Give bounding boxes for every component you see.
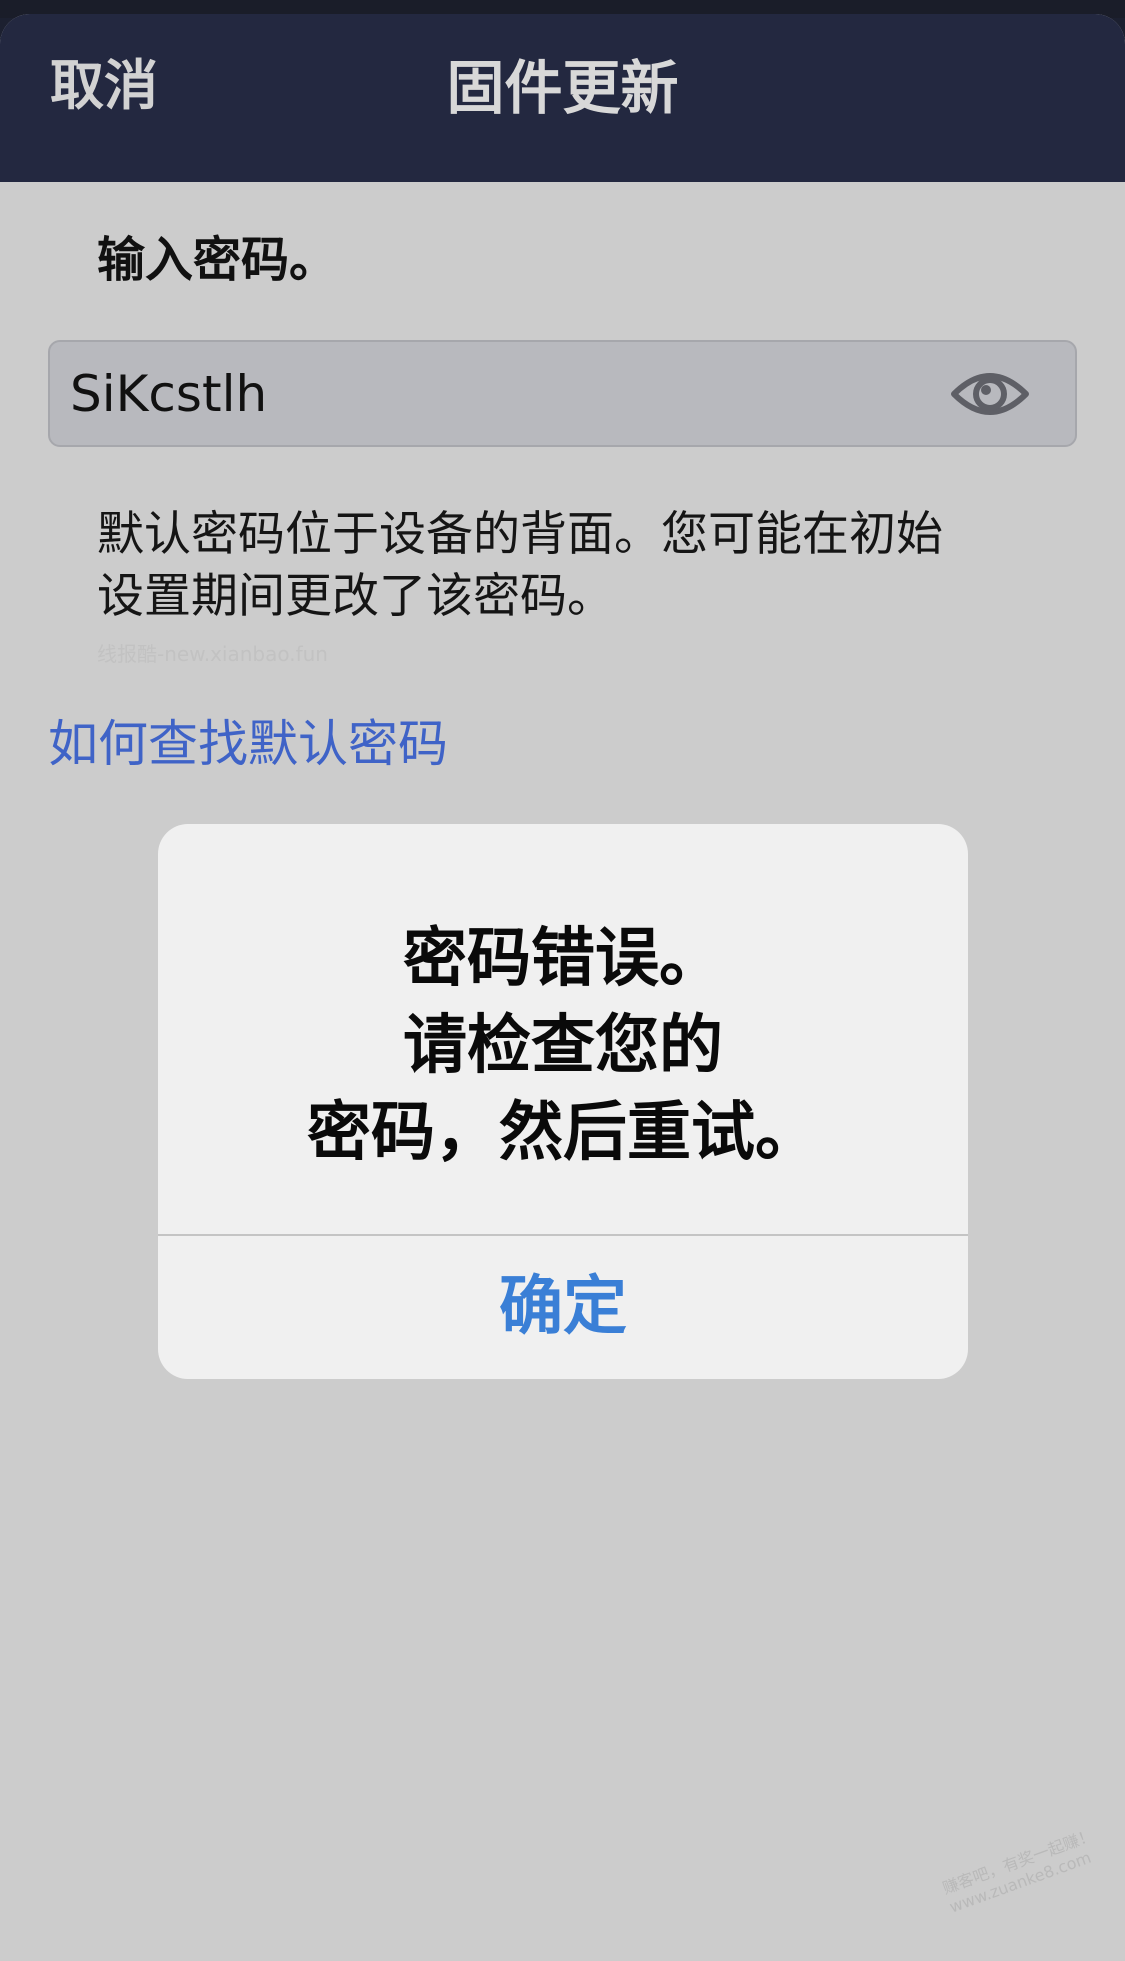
alert-message-line-2: 请检查您的 — [403, 1009, 723, 1083]
description-line-1: 默认密码位于设备的背面。您可能在初始 — [97, 507, 943, 562]
ok-button[interactable]: 确定 — [158, 1236, 968, 1379]
alert-message-line-1: 密码错误。 — [403, 922, 723, 996]
watermark-text: 线报酷-new.xianbao.fun — [97, 642, 328, 666]
alert-message-line-3: 密码，然后重试。 — [307, 1096, 819, 1170]
alert-message: 密码错误。 请检查您的 密码，然后重试。 — [158, 916, 968, 1177]
password-prompt: 输入密码。 — [97, 232, 338, 288]
password-description: 默认密码位于设备的背面。您可能在初始 设置期间更改了该密码。 — [97, 504, 1057, 628]
error-alert-dialog: 密码错误。 请检查您的 密码，然后重试。 确定 — [158, 824, 968, 1379]
find-default-password-link[interactable]: 如何查找默认密码 — [48, 714, 448, 774]
firmware-update-screen: 取消 固件更新 输入密码。 默认密码位于设备的背面。您可能在初始 设置期间更改了… — [0, 0, 1125, 1961]
page-title: 固件更新 — [446, 54, 679, 122]
eye-icon[interactable] — [950, 364, 1030, 424]
password-field[interactable] — [48, 340, 1077, 447]
password-input[interactable] — [70, 342, 930, 445]
navigation-bar: 取消 固件更新 — [0, 14, 1125, 182]
description-line-2: 设置期间更改了该密码。 — [97, 569, 614, 624]
modal-sheet: 取消 固件更新 输入密码。 默认密码位于设备的背面。您可能在初始 设置期间更改了… — [0, 14, 1125, 1961]
